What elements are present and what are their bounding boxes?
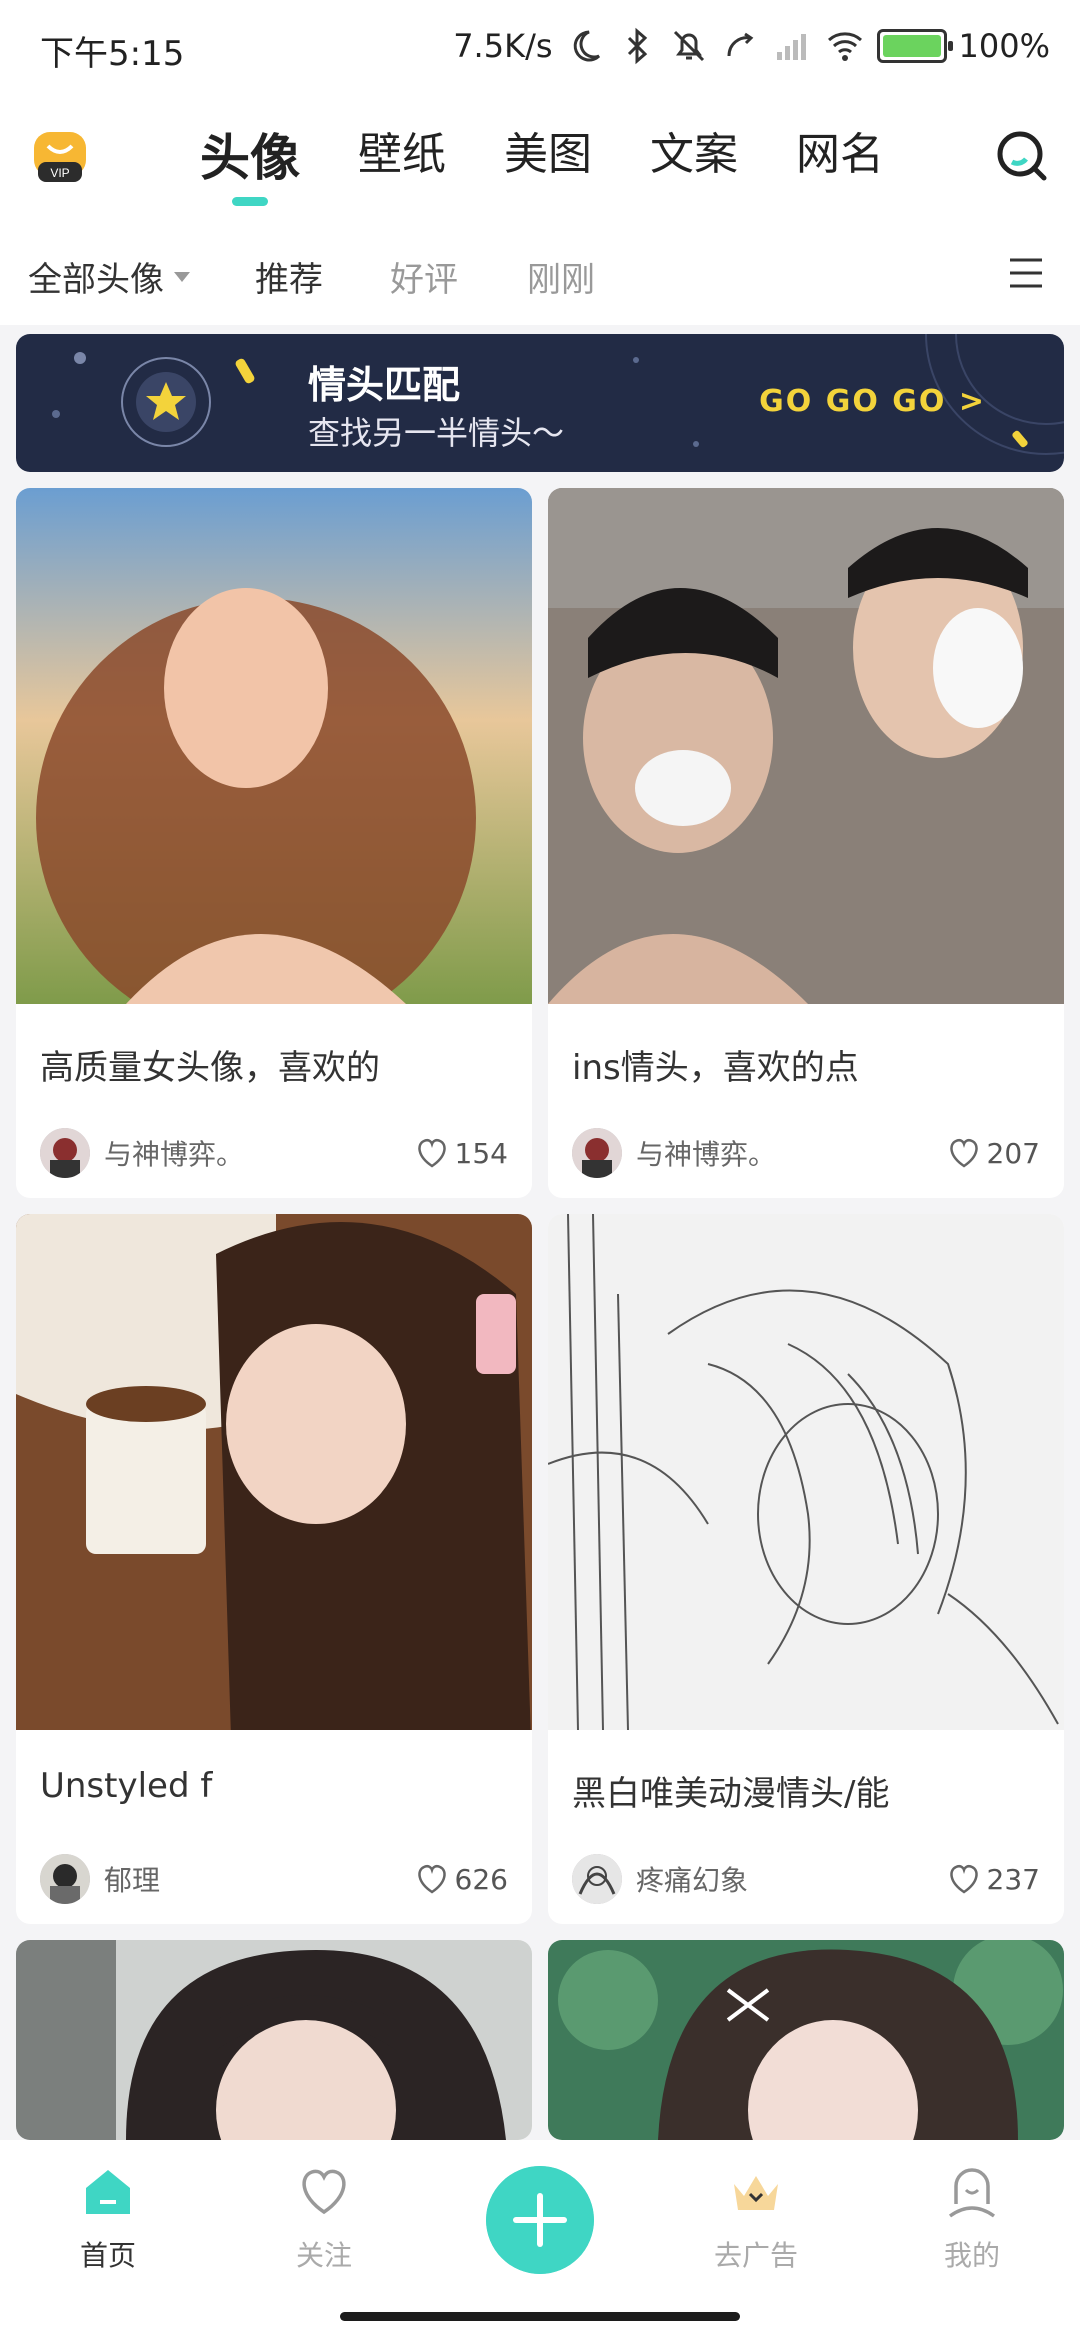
tab-pictures[interactable]: 美图 (504, 118, 592, 208)
author-name[interactable]: 与神博弈。 (636, 1133, 776, 1173)
nav-tabs: 头像 壁纸 美图 文案 网名 (200, 118, 884, 208)
author-name[interactable]: 郁理 (104, 1859, 160, 1899)
card-title[interactable]: 黑白唯美动漫情头/能 (572, 1766, 889, 1815)
heart-icon (302, 2169, 346, 2215)
author-avatar[interactable] (572, 1854, 622, 1904)
battery-fill (882, 35, 941, 57)
mute-bell-icon (673, 30, 704, 62)
card-image[interactable] (16, 1940, 532, 2140)
heart-icon (417, 1138, 446, 1168)
status-time: 下午5:15 (40, 34, 185, 74)
card-meta: 郁理 626 (40, 1854, 508, 1904)
feed-card[interactable] (16, 1940, 532, 2140)
nav-profile[interactable]: 我的 (912, 2164, 1032, 2274)
card-image[interactable] (548, 1940, 1064, 2140)
nav-profile-label: 我的 (943, 2239, 1000, 2272)
like-count: 207 (986, 1136, 1040, 1170)
tab-nickname[interactable]: 网名 (796, 118, 884, 208)
banner-subtitle: 查找另一半情头～ (308, 414, 565, 452)
status-bar: 下午5:15 7.5K/s 100% (0, 0, 1080, 100)
heart-icon (949, 1138, 978, 1168)
author-avatar[interactable] (40, 1128, 90, 1178)
search-icon[interactable] (994, 128, 1050, 184)
card-title[interactable]: ins情头，喜欢的点 (572, 1040, 859, 1089)
profile-icon (948, 2168, 996, 2218)
card-image[interactable] (16, 1214, 532, 1770)
card-meta: 与神博弈。 207 (572, 1128, 1040, 1178)
filter-all-label: 全部头像 (28, 260, 164, 300)
like-button[interactable]: 237 (947, 1863, 1040, 1896)
like-count: 626 (454, 1862, 508, 1896)
net-speed: 7.5K/s (453, 27, 553, 65)
vip-logo-icon[interactable]: VIP (30, 126, 90, 188)
author-avatar[interactable] (40, 1854, 90, 1904)
filter-all-dropdown[interactable]: 全部头像 (28, 252, 190, 301)
card-meta: 疼痛幻象 237 (572, 1854, 1040, 1904)
tab-copywriting[interactable]: 文案 (650, 118, 738, 208)
card-title[interactable]: Unstyled f (40, 1766, 212, 1806)
author-avatar[interactable] (572, 1128, 622, 1178)
nav-home-label: 首页 (79, 2239, 136, 2272)
card-image[interactable] (548, 488, 1064, 1004)
like-button[interactable]: 207 (947, 1137, 1040, 1170)
nav-follow-label: 关注 (295, 2239, 352, 2272)
bottom-nav: 首页 关注 去广告 我的 (0, 2140, 1080, 2340)
feed-card[interactable]: 高质量女头像，喜欢的 与神博弈。 154 (16, 488, 532, 1198)
home-icon (86, 2170, 130, 2214)
tab-avatar[interactable]: 头像 (200, 118, 300, 208)
feed-card[interactable]: 黑白唯美动漫情头/能 疼痛幻象 237 (548, 1214, 1064, 1924)
filter-recommend[interactable]: 推荐 (255, 252, 323, 301)
feed-card[interactable] (548, 1940, 1064, 2140)
battery-percent: 100% (958, 27, 1050, 65)
nav-home[interactable]: 首页 (48, 2164, 168, 2274)
home-indicator (340, 2312, 740, 2321)
filter-row: 全部头像 推荐 好评 刚刚 (0, 210, 1080, 325)
author-name[interactable]: 疼痛幻象 (636, 1859, 748, 1899)
like-button[interactable]: 626 (415, 1863, 508, 1896)
bluetooth-icon (627, 27, 647, 65)
filter-good-reviews[interactable]: 好评 (390, 252, 458, 301)
card-meta: 与神博弈。 154 (40, 1128, 508, 1178)
author-name[interactable]: 与神博弈。 (104, 1133, 244, 1173)
battery-icon (876, 29, 953, 63)
heart-icon (949, 1864, 978, 1894)
plus-icon[interactable] (486, 2166, 594, 2274)
menu-icon[interactable] (1008, 256, 1044, 290)
top-nav: VIP 头像 壁纸 美图 文案 网名 (0, 100, 1080, 210)
card-image[interactable] (548, 1214, 1064, 1731)
nav-follow[interactable]: 关注 (264, 2164, 384, 2274)
feed-card[interactable]: ins情头，喜欢的点 与神博弈。 207 (548, 488, 1064, 1198)
call-forward-icon (727, 32, 753, 57)
filter-latest[interactable]: 刚刚 (527, 252, 595, 301)
banner-title: 情头匹配 (308, 363, 461, 407)
vip-label: VIP (50, 166, 69, 180)
card-image[interactable] (16, 488, 532, 1038)
card-title[interactable]: 高质量女头像，喜欢的 (40, 1040, 380, 1089)
nav-remove-ads-label: 去广告 (713, 2239, 798, 2272)
nav-remove-ads[interactable]: 去广告 (696, 2164, 816, 2274)
like-button[interactable]: 154 (415, 1137, 508, 1170)
banner-cta[interactable]: GO GO GO > (759, 384, 986, 419)
like-count: 237 (986, 1862, 1040, 1896)
wifi-icon (827, 32, 862, 61)
heart-icon (417, 1864, 446, 1894)
couple-match-banner[interactable]: 情头匹配 查找另一半情头～ GO GO GO > (16, 334, 1064, 472)
moon-icon (573, 30, 600, 62)
chevron-down-icon (174, 271, 190, 282)
status-right: 7.5K/s 100% (453, 26, 1050, 66)
crown-icon (734, 2176, 778, 2210)
feed-card[interactable]: Unstyled f 郁理 626 (16, 1214, 532, 1924)
like-count: 154 (454, 1136, 508, 1170)
signal-icon (776, 34, 806, 60)
tab-wallpaper[interactable]: 壁纸 (358, 118, 446, 208)
